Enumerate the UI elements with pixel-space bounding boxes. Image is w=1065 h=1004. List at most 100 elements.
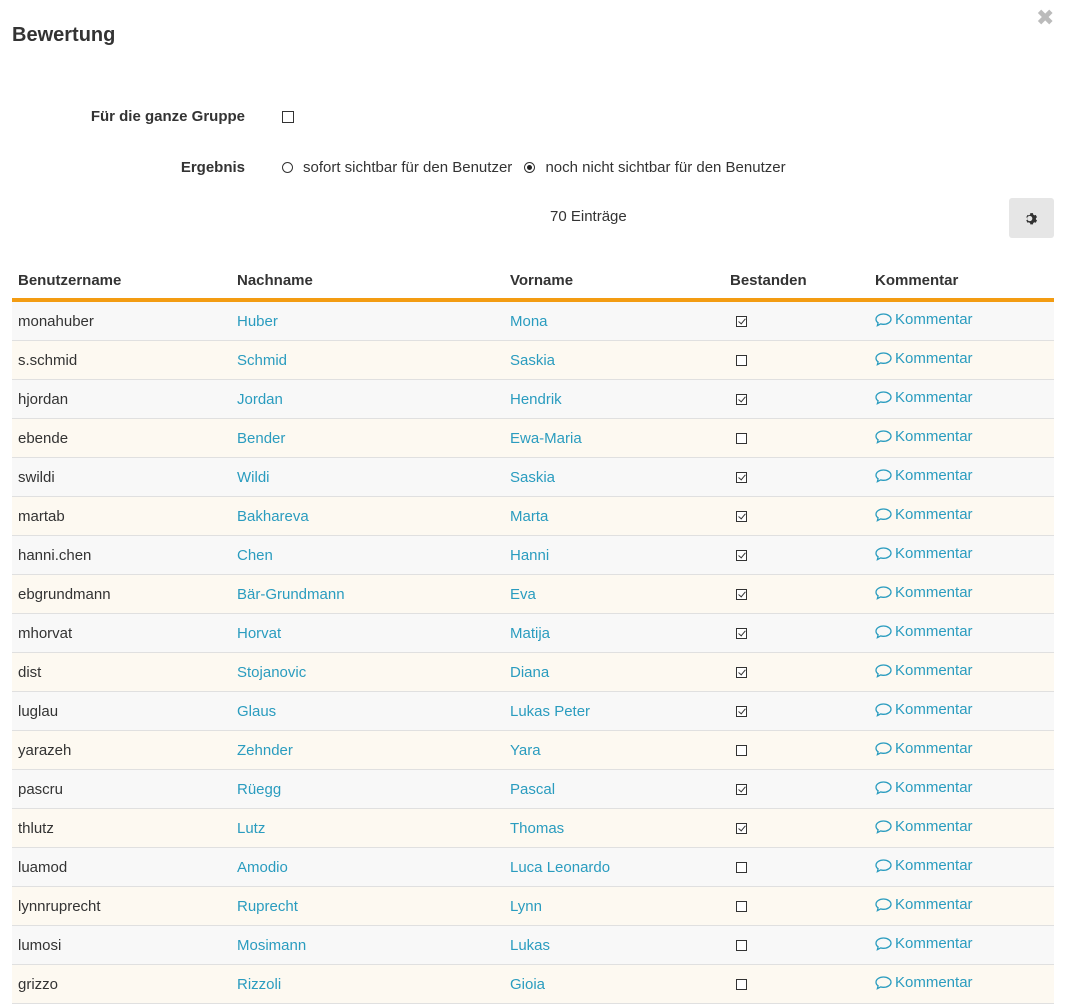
passed-checkbox[interactable] [736,550,747,562]
firstname-link[interactable]: Yara [504,730,724,770]
firstname-link[interactable]: Lukas Peter [504,691,724,731]
gear-icon [1026,212,1038,224]
firstname-link[interactable]: Hendrik [504,379,724,419]
lastname-link[interactable]: Chen [231,535,504,575]
result-option-not-visible[interactable]: noch nicht sichtbar für den Benutzer [524,159,786,176]
comment-link[interactable]: Kommentar [875,701,973,718]
lastname-link[interactable]: Jordan [231,379,504,419]
table-settings-button[interactable] [1009,198,1054,238]
lastname-link[interactable]: Wildi [231,457,504,497]
comment-link[interactable]: Kommentar [875,935,973,952]
firstname-link[interactable]: Marta [504,496,724,536]
column-header-passed[interactable]: Bestanden [724,262,869,302]
comment-link[interactable]: Kommentar [875,545,973,562]
comment-link[interactable]: Kommentar [875,311,973,328]
comment-cell: Kommentar [869,769,1054,809]
lastname-link[interactable]: Rizzoli [231,964,504,1004]
table-row: mhorvat Horvat Matija Kommentar [12,613,1054,653]
result-label: Ergebnis [180,159,245,176]
result-option-visible-now[interactable]: sofort sichtbar für den Benutzer [282,159,512,176]
firstname-link[interactable]: Ewa-Maria [504,418,724,458]
comment-link[interactable]: Kommentar [875,896,973,913]
lastname-link[interactable]: Schmid [231,340,504,380]
username-cell: yarazeh [12,730,231,770]
passed-checkbox[interactable] [736,511,747,523]
radio-not-visible[interactable] [524,162,536,173]
firstname-link[interactable]: Diana [504,652,724,692]
lastname-link[interactable]: Rüegg [231,769,504,809]
comment-label: Kommentar [895,389,973,407]
firstname-link[interactable]: Lukas [504,925,724,965]
lastname-link[interactable]: Bär-Grundmann [231,574,504,614]
lastname-link[interactable]: Amodio [231,847,504,887]
group-checkbox[interactable] [282,111,294,123]
passed-checkbox[interactable] [736,628,747,640]
column-header-lastname[interactable]: Nachname [231,262,504,302]
lastname-link[interactable]: Bakhareva [231,496,504,536]
comment-link[interactable]: Kommentar [875,428,973,445]
passed-checkbox[interactable] [736,979,747,991]
passed-checkbox[interactable] [736,706,747,718]
table-row: ebende Bender Ewa-Maria Kommentar [12,418,1054,458]
lastname-link[interactable]: Mosimann [231,925,504,965]
firstname-link[interactable]: Hanni [504,535,724,575]
comment-cell: Kommentar [869,418,1054,458]
lastname-link[interactable]: Bender [231,418,504,458]
close-icon[interactable]: ✖ [1036,7,1054,29]
lastname-link[interactable]: Zehnder [231,730,504,770]
comment-link[interactable]: Kommentar [875,584,973,601]
passed-checkbox[interactable] [736,316,747,328]
column-header-username[interactable]: Benutzername [12,262,231,302]
comment-link[interactable]: Kommentar [875,467,973,484]
firstname-link[interactable]: Saskia [504,340,724,380]
comment-link[interactable]: Kommentar [875,740,973,757]
firstname-link[interactable]: Pascal [504,769,724,809]
lastname-link[interactable]: Lutz [231,808,504,848]
comment-link[interactable]: Kommentar [875,818,973,835]
comment-cell: Kommentar [869,730,1054,770]
username-cell: pascru [12,769,231,809]
comment-link[interactable]: Kommentar [875,389,973,406]
lastname-link[interactable]: Ruprecht [231,886,504,926]
passed-checkbox[interactable] [736,589,747,601]
comment-link[interactable]: Kommentar [875,857,973,874]
firstname-link[interactable]: Mona [504,300,724,341]
passed-checkbox[interactable] [736,433,747,445]
firstname-link[interactable]: Gioia [504,964,724,1004]
username-cell: hanni.chen [12,535,231,575]
comment-label: Kommentar [895,857,973,875]
passed-checkbox[interactable] [736,862,747,874]
comment-link[interactable]: Kommentar [875,779,973,796]
lastname-link[interactable]: Horvat [231,613,504,653]
lastname-link[interactable]: Stojanovic [231,652,504,692]
passed-checkbox[interactable] [736,667,747,679]
column-header-firstname[interactable]: Vorname [504,262,724,302]
passed-checkbox[interactable] [736,355,747,367]
passed-checkbox[interactable] [736,745,747,757]
radio-visible-now[interactable] [282,162,293,173]
comment-link[interactable]: Kommentar [875,623,973,640]
comment-link[interactable]: Kommentar [875,662,973,679]
comment-link[interactable]: Kommentar [875,350,973,367]
comment-label: Kommentar [895,428,973,446]
firstname-link[interactable]: Thomas [504,808,724,848]
passed-checkbox[interactable] [736,901,747,913]
lastname-link[interactable]: Glaus [231,691,504,731]
firstname-link[interactable]: Luca Leonardo [504,847,724,887]
firstname-link[interactable]: Saskia [504,457,724,497]
comment-label: Kommentar [895,818,973,836]
table-row: luamod Amodio Luca Leonardo Kommentar [12,847,1054,887]
comment-cell: Kommentar [869,808,1054,848]
firstname-link[interactable]: Matija [504,613,724,653]
lastname-link[interactable]: Huber [231,300,504,341]
firstname-link[interactable]: Eva [504,574,724,614]
passed-checkbox[interactable] [736,472,747,484]
passed-checkbox[interactable] [736,394,747,406]
passed-checkbox[interactable] [736,784,747,796]
passed-checkbox[interactable] [736,940,747,952]
comment-link[interactable]: Kommentar [875,506,973,523]
passed-checkbox[interactable] [736,823,747,835]
table-header-row: Benutzername Nachname Vorname Bestanden … [12,262,1054,302]
comment-bubble-icon [875,976,892,990]
firstname-link[interactable]: Lynn [504,886,724,926]
